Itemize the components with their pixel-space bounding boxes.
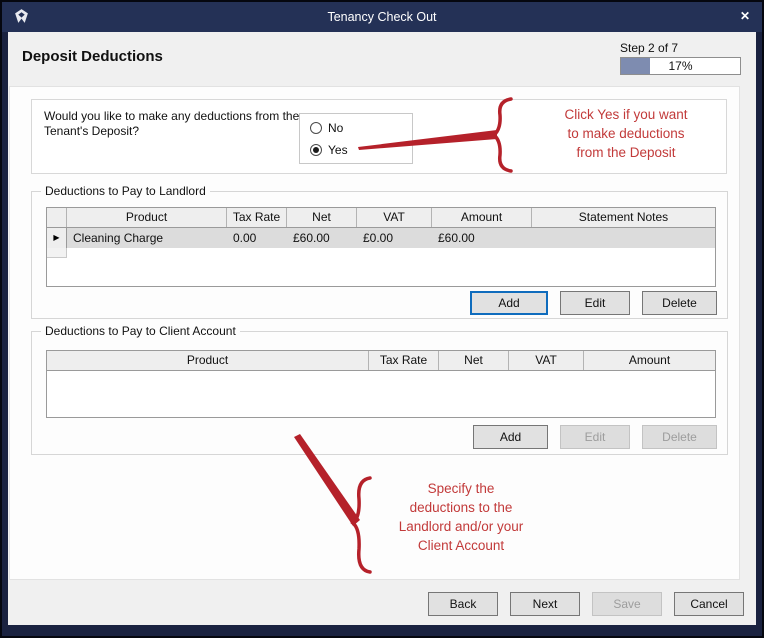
cell-amount: £60.00 <box>432 228 532 248</box>
landlord-delete-button[interactable]: Delete <box>642 291 717 315</box>
client-add-button[interactable]: Add <box>473 425 548 449</box>
landlord-edit-button[interactable]: Edit <box>560 291 630 315</box>
client-edit-button: Edit <box>560 425 630 449</box>
column-header-product[interactable]: Product <box>47 351 369 370</box>
column-header-amount[interactable]: Amount <box>584 351 715 370</box>
column-header-vat[interactable]: VAT <box>357 208 432 227</box>
cell-net: £60.00 <box>287 228 357 248</box>
back-button[interactable]: Back <box>428 592 498 616</box>
empty-row-selector-stub <box>47 248 67 258</box>
radio-yes-label: Yes <box>328 143 348 157</box>
column-header-tax-rate[interactable]: Tax Rate <box>369 351 439 370</box>
radio-option-no[interactable]: No <box>310 121 343 135</box>
client-grid-header: Product Tax Rate Net VAT Amount <box>47 351 715 371</box>
cell-statement-notes <box>532 228 715 248</box>
cell-tax-rate: 0.00 <box>227 228 287 248</box>
landlord-grid-header: Product Tax Rate Net VAT Amount Statemen… <box>47 208 715 228</box>
landlord-group-title: Deductions to Pay to Landlord <box>41 184 210 198</box>
column-header-selector <box>47 208 67 227</box>
cancel-button[interactable]: Cancel <box>674 592 744 616</box>
tenancy-check-out-dialog: Tenancy Check Out ✕ Deposit Deductions S… <box>0 0 764 638</box>
deduction-question-label: Would you like to make any deductions fr… <box>44 109 324 139</box>
column-header-net[interactable]: Net <box>439 351 509 370</box>
progress-percent-label: 17% <box>621 58 740 74</box>
progress-bar: 17% <box>620 57 741 75</box>
landlord-add-button[interactable]: Add <box>470 291 548 315</box>
column-header-net[interactable]: Net <box>287 208 357 227</box>
next-button[interactable]: Next <box>510 592 580 616</box>
landlord-deductions-group: Deductions to Pay to Landlord Product Ta… <box>31 191 728 319</box>
landlord-grid-buttons: Add Edit Delete <box>470 291 717 315</box>
page-title: Deposit Deductions <box>22 48 163 65</box>
deduction-radio-group: No Yes <box>299 113 413 164</box>
radio-no-icon <box>310 122 322 134</box>
radio-no-label: No <box>328 121 343 135</box>
annotation-specify-deductions: Specify the deductions to the Landlord a… <box>381 479 541 555</box>
client-deductions-group: Deductions to Pay to Client Account Prod… <box>31 331 728 455</box>
wizard-navigation: Back Next Save Cancel <box>428 592 744 616</box>
close-icon[interactable]: ✕ <box>737 8 753 24</box>
table-row-cleaning-charge[interactable]: ▶ Cleaning Charge 0.00 £60.00 £0.00 £60.… <box>47 228 715 248</box>
window-title: Tenancy Check Out <box>0 0 764 32</box>
deduction-question-box: Would you like to make any deductions fr… <box>31 99 727 174</box>
save-button: Save <box>592 592 662 616</box>
client-grid-buttons: Add Edit Delete <box>473 425 717 449</box>
radio-yes-icon <box>310 144 322 156</box>
client-group-title: Deductions to Pay to Client Account <box>41 324 240 338</box>
dialog-body: Deposit Deductions Step 2 of 7 17% Would… <box>8 32 756 625</box>
row-selector-icon[interactable]: ▶ <box>47 228 67 248</box>
client-delete-button: Delete <box>642 425 717 449</box>
titlebar: Tenancy Check Out ✕ <box>0 0 764 32</box>
content-panel: Would you like to make any deductions fr… <box>9 86 740 580</box>
annotation-click-yes: Click Yes if you want to make deductions… <box>546 105 706 162</box>
column-header-statement-notes[interactable]: Statement Notes <box>532 208 715 227</box>
cell-product: Cleaning Charge <box>67 228 227 248</box>
cell-vat: £0.00 <box>357 228 432 248</box>
client-deductions-grid: Product Tax Rate Net VAT Amount <box>46 350 716 418</box>
column-header-tax-rate[interactable]: Tax Rate <box>227 208 287 227</box>
column-header-vat[interactable]: VAT <box>509 351 584 370</box>
column-header-product[interactable]: Product <box>67 208 227 227</box>
column-header-amount[interactable]: Amount <box>432 208 532 227</box>
radio-option-yes[interactable]: Yes <box>310 143 348 157</box>
step-label: Step 2 of 7 <box>620 41 678 55</box>
landlord-deductions-grid: Product Tax Rate Net VAT Amount Statemen… <box>46 207 716 287</box>
